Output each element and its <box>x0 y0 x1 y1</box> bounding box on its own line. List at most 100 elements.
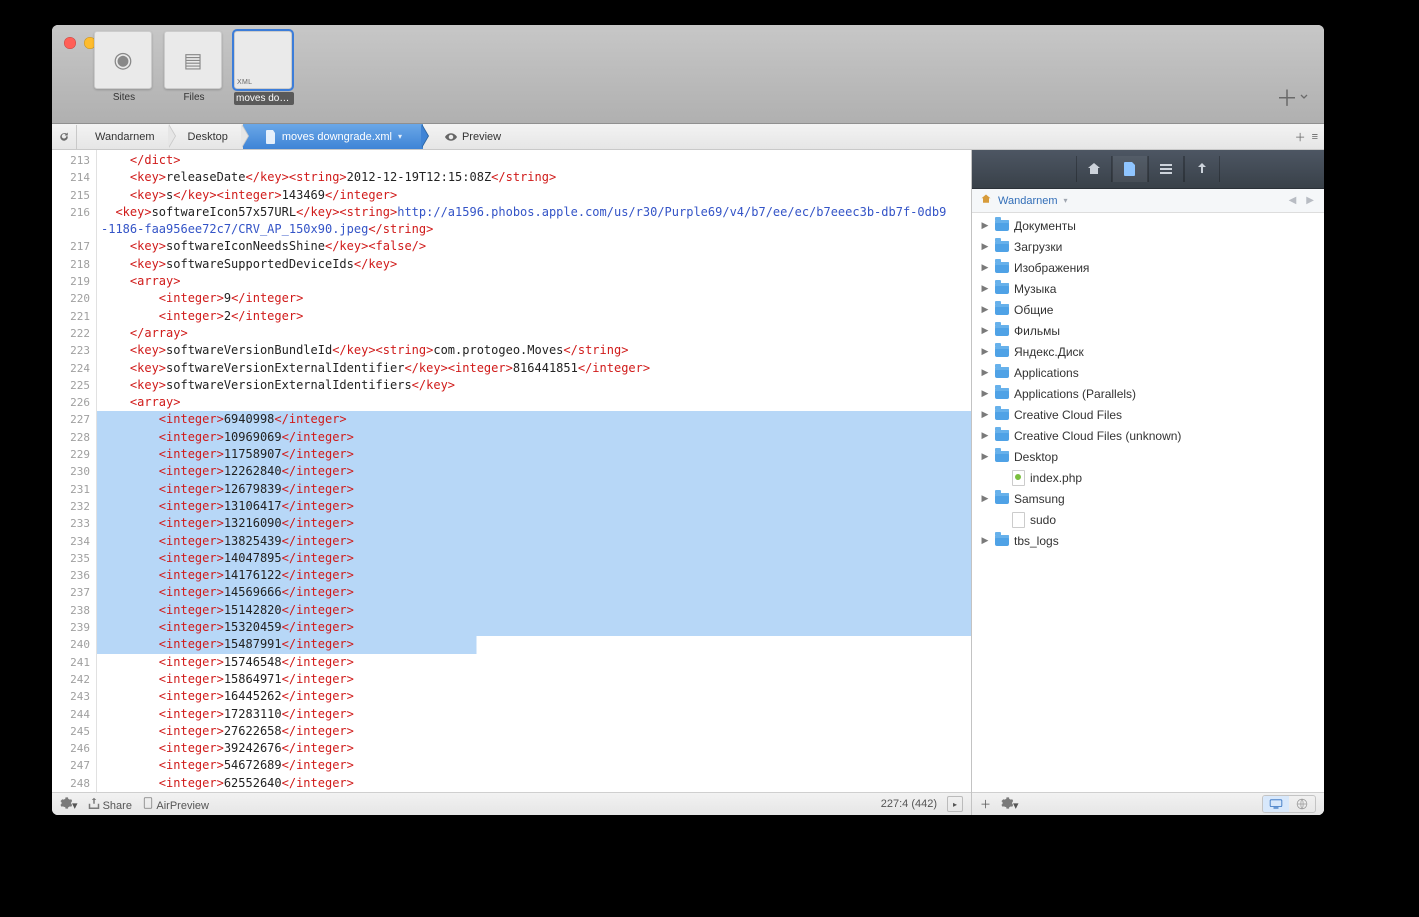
chevron-down-icon: ▾ <box>1064 196 1068 205</box>
disclosure-triangle-icon[interactable]: ▶ <box>980 409 990 420</box>
disclosure-triangle-icon[interactable]: ▶ <box>980 283 990 294</box>
tree-item[interactable]: ▶tbs_logs <box>972 530 1324 551</box>
disclosure-triangle-icon[interactable]: ▶ <box>980 241 990 252</box>
breadcrumb-file[interactable]: moves downgrade.xml ▾ <box>243 124 423 149</box>
code-editor[interactable]: 2132142152162172182192202212222232242252… <box>52 150 971 792</box>
tab-current-file[interactable]: XML moves downgrade <box>234 31 294 105</box>
code-area[interactable]: </dict> <key>releaseDate</key><string>20… <box>97 150 971 792</box>
gear-icon <box>60 797 72 809</box>
tree-item[interactable]: ▶ Фильмы <box>972 320 1324 341</box>
tree-item-label: Фильмы <box>1014 324 1060 338</box>
tree-item-label: Документы <box>1014 219 1076 233</box>
tree-item[interactable]: ▶Общие <box>972 299 1324 320</box>
tree-item[interactable]: ▶sudo <box>972 509 1324 530</box>
tree-item[interactable]: ▶ Desktop <box>972 446 1324 467</box>
folder-icon <box>994 491 1010 507</box>
tree-item[interactable]: ▶Creative Cloud Files <box>972 404 1324 425</box>
symbols-popup-button[interactable]: ▸ <box>947 796 963 812</box>
folder-icon <box>994 386 1010 402</box>
disclosure-triangle-icon[interactable]: ▶ <box>980 388 990 399</box>
home-icon <box>980 193 992 208</box>
folder-icon <box>994 239 1010 255</box>
breadcrumb-root[interactable]: Wandarnem <box>77 124 170 149</box>
view-local-button[interactable] <box>1263 796 1289 812</box>
tab-label: moves downgrade <box>234 92 294 105</box>
folder-icon <box>994 281 1010 297</box>
tree-item[interactable]: ▶ Загрузки <box>972 236 1324 257</box>
tree-item-label: Музыка <box>1014 282 1056 296</box>
inspector-root-label: Wandarnem <box>998 195 1058 207</box>
share-button[interactable]: Share <box>88 797 132 812</box>
lines-icon <box>1158 161 1174 177</box>
nav-forward-button[interactable]: ▶ <box>1306 195 1314 206</box>
tree-item[interactable]: ▶index.php <box>972 467 1324 488</box>
tree-item[interactable]: ▶ Applications (Parallels) <box>972 383 1324 404</box>
tab-files[interactable]: ▤ Files <box>164 31 224 105</box>
disclosure-triangle-icon[interactable]: ▶ <box>980 304 990 315</box>
plus-icon: ＋ <box>1276 81 1298 113</box>
reload-button[interactable] <box>52 125 77 149</box>
tree-item-label: Applications (Parallels) <box>1014 387 1136 401</box>
disclosure-triangle-icon[interactable]: ▶ <box>980 430 990 441</box>
tree-item[interactable]: ▶ Документы <box>972 215 1324 236</box>
editor-status-bar: ▾ Share AirPreview 227:4 (442) ▸ <box>52 792 971 815</box>
tab-label: Files <box>164 92 224 103</box>
reload-icon <box>58 131 70 143</box>
tree-item-label: Creative Cloud Files (unknown) <box>1014 429 1181 443</box>
disclosure-triangle-icon[interactable]: ▶ <box>980 535 990 546</box>
tree-item-label: Applications <box>1014 366 1079 380</box>
tab-label: Sites <box>94 92 154 103</box>
tree-item[interactable]: ▶ Creative Cloud Files (unknown) <box>972 425 1324 446</box>
home-icon <box>1086 161 1102 177</box>
tab-sites[interactable]: ◉ Sites <box>94 31 154 105</box>
view-remote-button[interactable] <box>1289 796 1315 812</box>
new-tab-button[interactable]: ＋ <box>1276 81 1308 113</box>
gear-menu-button[interactable]: ▾ <box>60 797 78 812</box>
folder-icon <box>994 449 1010 465</box>
tree-item-label: Samsung <box>1014 492 1065 506</box>
path-bar: Wandarnem Desktop moves downgrade.xml ▾ … <box>52 124 1324 150</box>
inspector-status-bar: ＋ ▾ <box>972 792 1324 815</box>
tree-item-label: Загрузки <box>1014 240 1062 254</box>
inspector-breadcrumb[interactable]: Wandarnem ▾ ◀ ▶ <box>972 189 1324 213</box>
close-window-button[interactable] <box>64 37 76 49</box>
add-file-button[interactable]: ＋ <box>980 796 991 812</box>
inspector-panel: Wandarnem ▾ ◀ ▶ ▶ Документы ▶ Загрузки ▶Изоб… <box>972 150 1324 815</box>
tree-item[interactable]: ▶Изображения <box>972 257 1324 278</box>
php-file-icon <box>1010 470 1026 486</box>
breadcrumb-preview[interactable]: Preview <box>423 124 516 149</box>
tree-item[interactable]: ▶ Applications <box>972 362 1324 383</box>
folder-icon <box>994 323 1010 339</box>
tree-item[interactable]: ▶Яндекс.Диск <box>972 341 1324 362</box>
chevron-down-icon: ▾ <box>398 132 402 141</box>
file-icon <box>1010 512 1026 528</box>
inspector-tab-publish[interactable] <box>1184 156 1220 182</box>
pathbar-right-controls: ＋ ≡ <box>1295 129 1324 145</box>
file-tree[interactable]: ▶Документы▶Загрузки▶Изображения▶Музыка▶О… <box>972 213 1324 792</box>
gear-menu-button[interactable]: ▾ <box>1001 797 1019 812</box>
breadcrumb-folder[interactable]: Desktop <box>170 124 243 149</box>
inspector-tab-files[interactable] <box>1112 156 1148 182</box>
editor-pane: 2132142152162172182192202212222232242252… <box>52 150 972 815</box>
disclosure-triangle-icon[interactable]: ▶ <box>980 493 990 504</box>
globe-icon <box>1296 798 1308 810</box>
inspector-tab-home[interactable] <box>1076 156 1112 182</box>
disclosure-triangle-icon[interactable]: ▶ <box>980 451 990 462</box>
share-icon <box>88 797 100 809</box>
add-pane-button[interactable]: ＋ <box>1295 129 1306 145</box>
tree-item-label: Desktop <box>1014 450 1058 464</box>
tree-item[interactable]: ▶ Samsung <box>972 488 1324 509</box>
inspector-tab-clips[interactable] <box>1148 156 1184 182</box>
disclosure-triangle-icon[interactable]: ▶ <box>980 325 990 336</box>
tree-item[interactable]: ▶ Музыка <box>972 278 1324 299</box>
airpreview-button[interactable]: AirPreview <box>142 797 209 812</box>
file-icon <box>1122 161 1138 177</box>
disclosure-triangle-icon[interactable]: ▶ <box>980 346 990 357</box>
list-button[interactable]: ≡ <box>1312 131 1318 143</box>
disclosure-triangle-icon[interactable]: ▶ <box>980 262 990 273</box>
disclosure-triangle-icon[interactable]: ▶ <box>980 220 990 231</box>
disclosure-triangle-icon[interactable]: ▶ <box>980 367 990 378</box>
folder-icon <box>994 218 1010 234</box>
nav-back-button[interactable]: ◀ <box>1289 195 1297 206</box>
folder-icon <box>994 302 1010 318</box>
